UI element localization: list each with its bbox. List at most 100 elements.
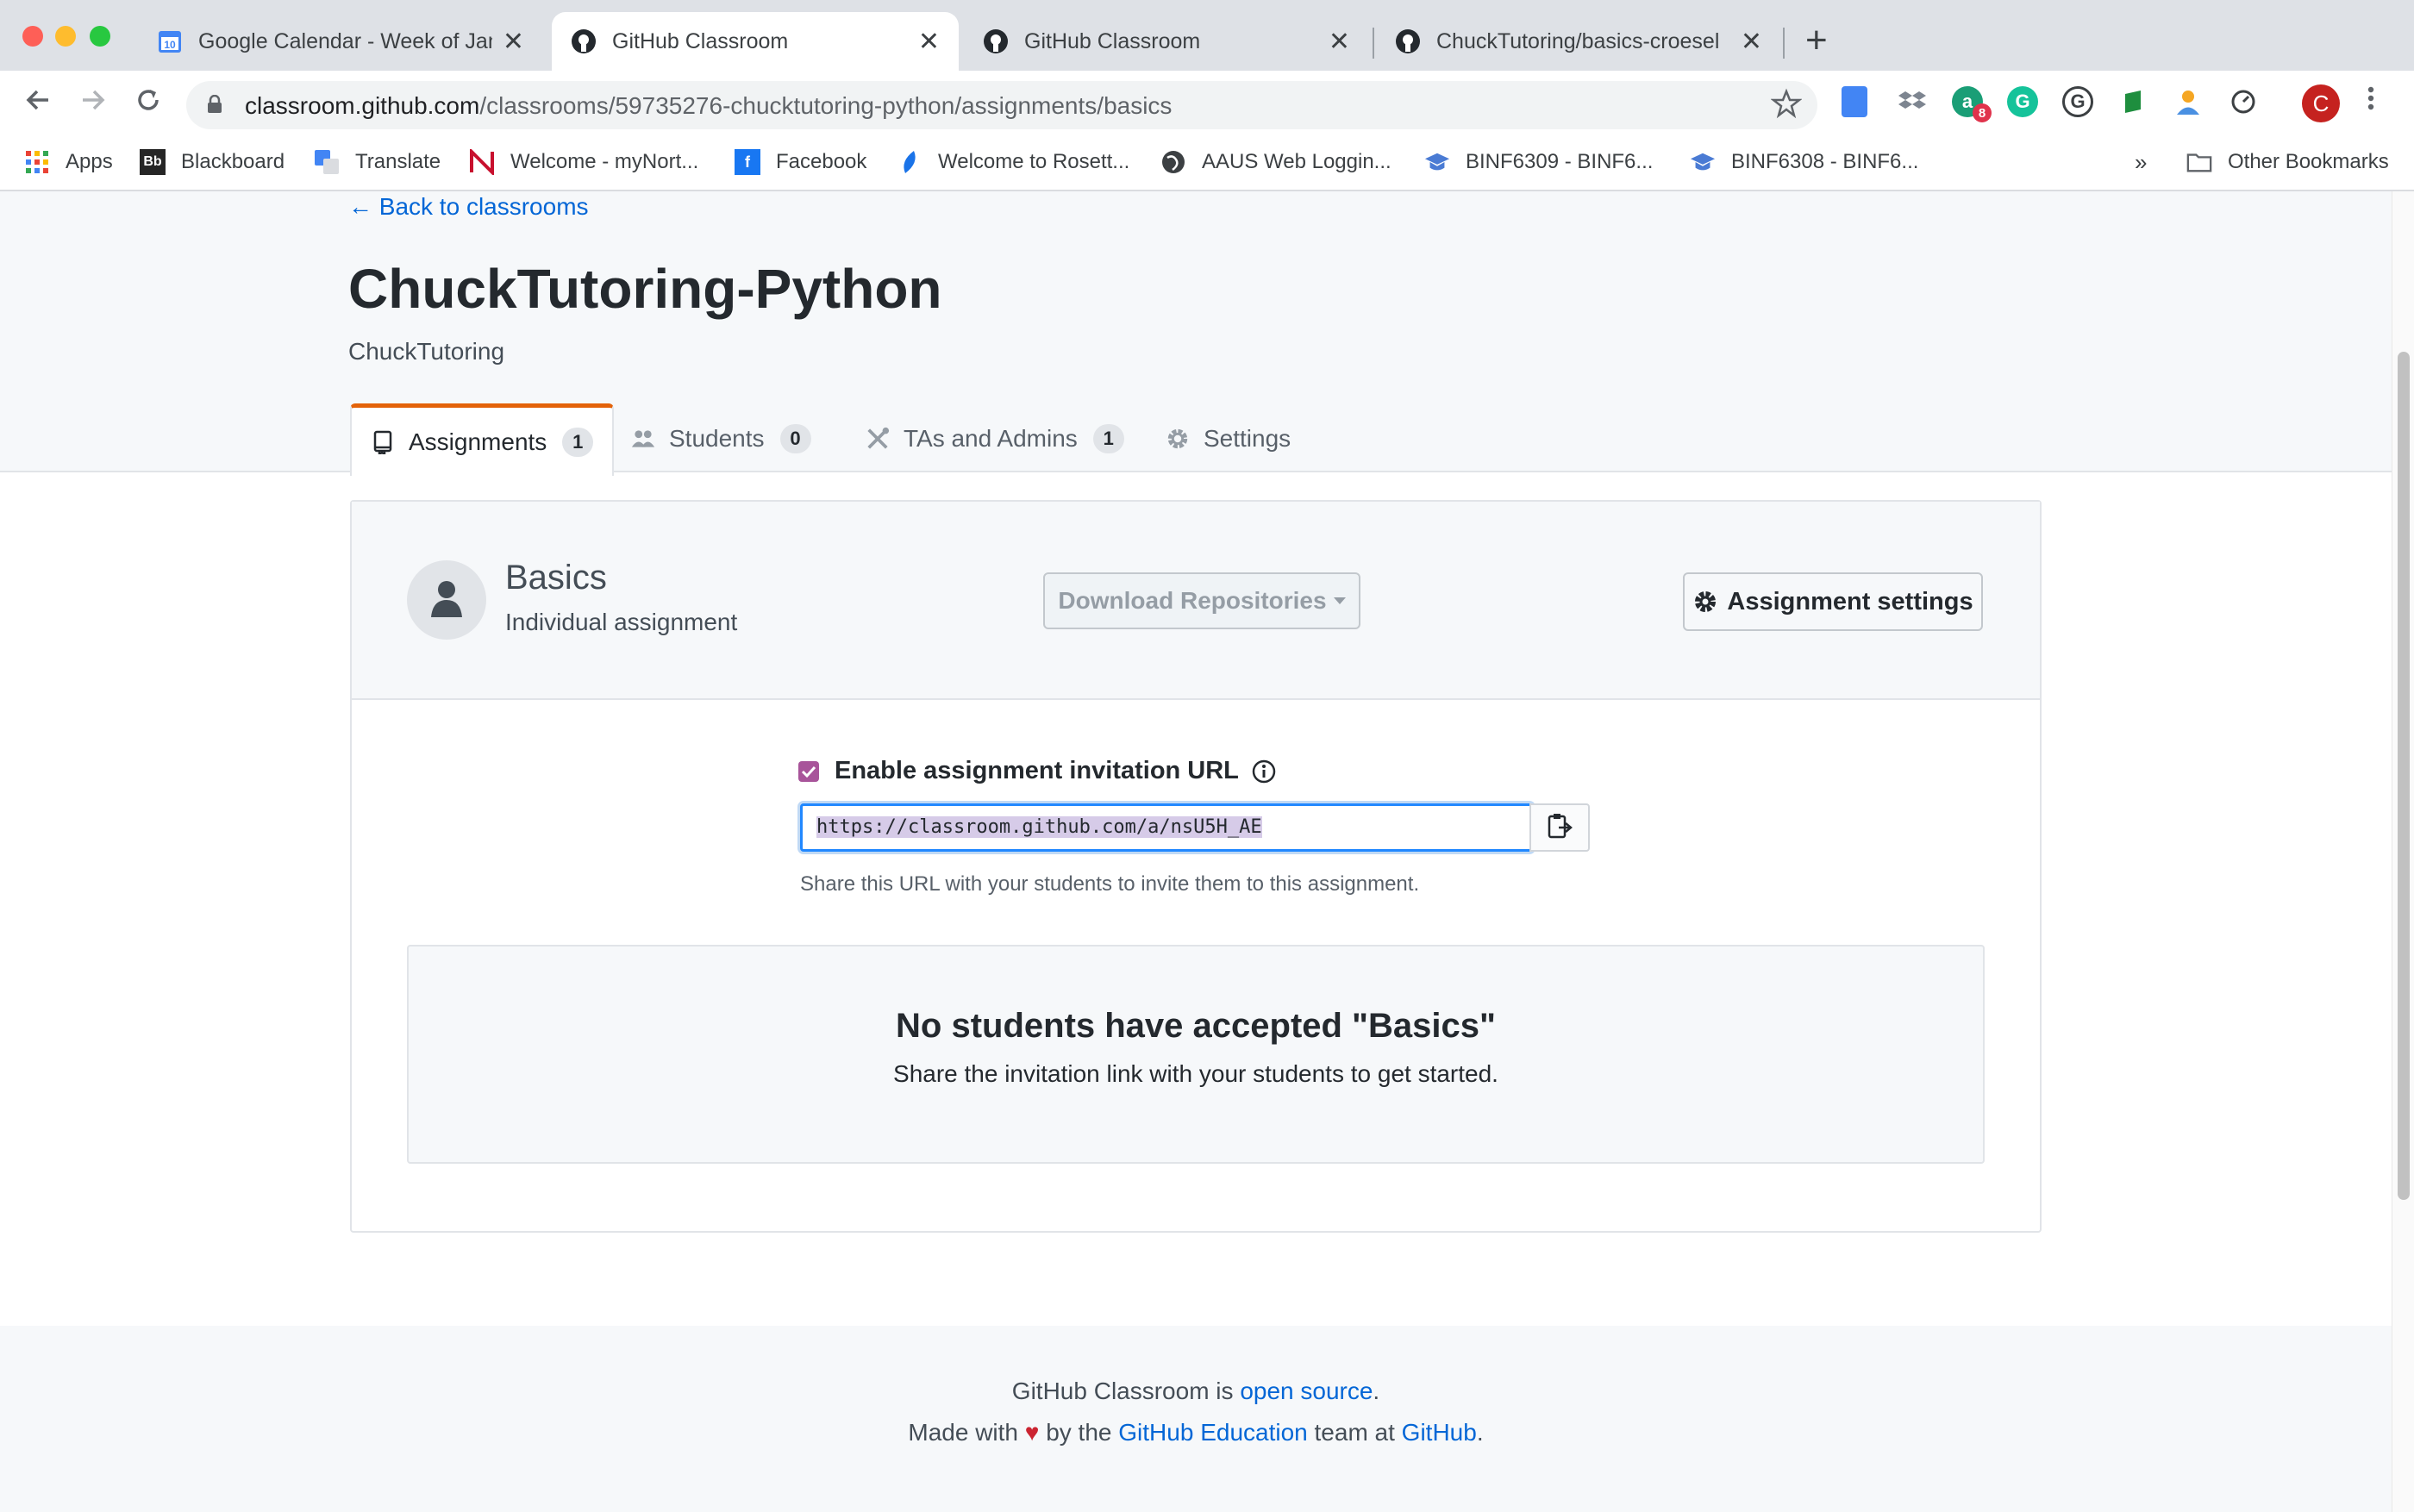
tab-close-icon[interactable]: ✕	[918, 27, 940, 57]
green-leaf-extension-icon[interactable]	[2117, 86, 2148, 117]
bookmark-label: BINF6309 - BINF6...	[1466, 150, 1654, 173]
address-url: classroom.github.com/classrooms/59735276…	[245, 92, 1172, 120]
bookmark-apps[interactable]: Apps	[24, 145, 113, 179]
bookmark-aaus[interactable]: AAUS Web Loggin...	[1160, 145, 1391, 179]
enable-invitation-label[interactable]: Enable assignment invitation URL	[835, 757, 1239, 785]
window-zoom-button[interactable]	[90, 26, 110, 47]
bookmark-label: Welcome - myNort...	[510, 150, 699, 173]
browser-tab-github-classroom[interactable]: GitHub Classroom ✕	[964, 12, 1369, 71]
tab-tas-and-admins[interactable]: TAs and Admins 1	[866, 403, 1124, 474]
window-close-button[interactable]	[22, 26, 43, 47]
bookmark-star-icon[interactable]	[1770, 88, 1803, 127]
url-host: classroom.github.com	[245, 92, 480, 119]
github-icon	[1395, 28, 1421, 54]
person-icon	[429, 579, 464, 622]
northeastern-icon	[469, 149, 495, 175]
new-tab-button[interactable]: +	[1805, 19, 1828, 62]
browser-menu-icon[interactable]	[2366, 83, 2376, 122]
github-icon	[983, 28, 1009, 54]
footer-text: .	[1476, 1419, 1484, 1446]
bookmarks-overflow-chevron[interactable]: »	[2135, 145, 2147, 179]
enable-invitation-checkbox[interactable]	[798, 760, 819, 782]
bookmark-binf6309[interactable]: BINF6309 - BINF6...	[1424, 145, 1653, 179]
back-arrow-icon[interactable]	[22, 84, 53, 123]
docs-extension-icon[interactable]	[1842, 86, 1867, 117]
bookmarks-bar: Apps Bb Blackboard Translate Welcome - m…	[0, 136, 2414, 191]
window-minimize-button[interactable]	[55, 26, 76, 47]
scrollbar-thumb[interactable]	[2398, 352, 2410, 1200]
speedometer-extension-icon[interactable]	[2228, 86, 2259, 117]
tab-close-icon[interactable]: ✕	[1329, 27, 1350, 57]
bookmark-translate[interactable]: Translate	[314, 145, 441, 179]
tab-counter: 1	[1092, 424, 1124, 453]
footer-text: Made with	[908, 1419, 1025, 1446]
bookmark-label: Other Bookmarks	[2228, 150, 2389, 173]
reload-icon[interactable]	[133, 84, 164, 123]
url-path: /classrooms/59735276-chucktutoring-pytho…	[479, 92, 1173, 119]
footer-made-with-line: Made with ♥ by the GitHub Education team…	[0, 1419, 2392, 1446]
blackboard-icon: Bb	[140, 149, 166, 175]
invitation-url-input[interactable]: https://classroom.github.com/a/nsU5H_AE	[800, 803, 1533, 852]
assignment-settings-button[interactable]: Assignment settings	[1683, 572, 1983, 631]
bookmark-label: Welcome to Rosett...	[938, 150, 1130, 173]
tab-settings[interactable]: Settings	[1166, 403, 1291, 474]
download-repositories-button[interactable]: Download Repositories	[1043, 572, 1360, 629]
caret-down-icon	[1333, 597, 1346, 604]
assignment-type: Individual assignment	[505, 609, 738, 635]
open-source-link[interactable]: open source	[1240, 1378, 1373, 1404]
back-to-classrooms-link[interactable]: ← Back to classrooms	[348, 193, 589, 221]
address-bar[interactable]: classroom.github.com/classrooms/59735276…	[186, 81, 1817, 129]
tab-close-icon[interactable]: ✕	[1741, 27, 1762, 57]
bookmark-blackboard[interactable]: Bb Blackboard	[140, 145, 285, 179]
folder-icon	[2186, 149, 2212, 175]
empty-state-subtitle: Share the invitation link with your stud…	[893, 1060, 1498, 1087]
clipboard-icon	[1547, 812, 1573, 844]
bookmark-label: Facebook	[776, 150, 867, 173]
page-scrollbar[interactable]	[2392, 191, 2414, 1512]
github-education-link[interactable]: GitHub Education	[1118, 1419, 1307, 1446]
tab-assignments[interactable]: Assignments 1	[350, 403, 615, 476]
assignment-header: Basics Individual assignment Download Re…	[352, 502, 2040, 700]
dropbox-extension-icon[interactable]	[1897, 86, 1928, 117]
other-bookmarks[interactable]: Other Bookmarks	[2186, 145, 2389, 179]
invitation-help-text: Share this URL with your students to inv…	[800, 872, 1420, 896]
browser-chrome: 10 Google Calendar - Week of Janu ✕ GitH…	[0, 0, 2414, 191]
footer-text: by the	[1039, 1419, 1119, 1446]
grammarly-g-extension-icon[interactable]: G	[2007, 86, 2038, 117]
tab-strip: 10 Google Calendar - Week of Janu ✕ GitH…	[0, 0, 2414, 71]
profile-avatar[interactable]: C	[2302, 84, 2340, 122]
copy-url-button[interactable]	[1529, 803, 1590, 852]
github-link[interactable]: GitHub	[1402, 1419, 1477, 1446]
bookmark-binf6308[interactable]: BINF6308 - BINF6...	[1690, 145, 1918, 179]
download-repositories-label: Download Repositories	[1058, 587, 1327, 614]
browser-tab-title: GitHub Classroom	[612, 28, 789, 53]
individual-assignment-avatar	[407, 560, 486, 640]
bookmark-facebook[interactable]: f Facebook	[735, 145, 866, 179]
bookmark-label: BINF6308 - BINF6...	[1731, 150, 1919, 173]
browser-tab-github-classroom-active[interactable]: GitHub Classroom ✕	[552, 12, 959, 71]
empty-state-title: No students have accepted "Basics"	[896, 1007, 1496, 1045]
bookmark-label: Apps	[66, 150, 113, 173]
browser-tab-repo[interactable]: ChuckTutoring/basics-croesel ✕	[1376, 12, 1781, 71]
course-icon	[1690, 149, 1716, 175]
bookmark-label: Translate	[355, 150, 441, 173]
arrow-left-icon: ←	[348, 193, 372, 220]
tab-close-icon[interactable]: ✕	[503, 27, 524, 57]
browser-tab-title: Google Calendar - Week of Janu	[198, 28, 492, 53]
forward-arrow-icon[interactable]	[78, 84, 109, 123]
translate-icon	[314, 149, 340, 175]
browser-tab-calendar[interactable]: 10 Google Calendar - Week of Janu ✕	[138, 12, 543, 71]
bookmark-mynortheastern[interactable]: Welcome - myNort...	[469, 145, 698, 179]
footer-open-source-line: GitHub Classroom is open source.	[0, 1378, 2392, 1405]
footer-text: .	[1373, 1378, 1380, 1404]
assignment-name: Basics	[505, 559, 607, 597]
tab-students[interactable]: Students 0	[631, 403, 811, 474]
lock-icon	[207, 94, 222, 114]
calendar-icon: 10	[157, 28, 183, 54]
tab-label: Students	[669, 425, 765, 452]
g-extension-icon[interactable]: G	[2062, 86, 2093, 117]
bookmark-rosetta[interactable]: Welcome to Rosett...	[897, 145, 1129, 179]
tab-separator	[1783, 28, 1785, 59]
person-extension-icon[interactable]	[2173, 86, 2204, 117]
info-icon[interactable]	[1251, 759, 1277, 784]
